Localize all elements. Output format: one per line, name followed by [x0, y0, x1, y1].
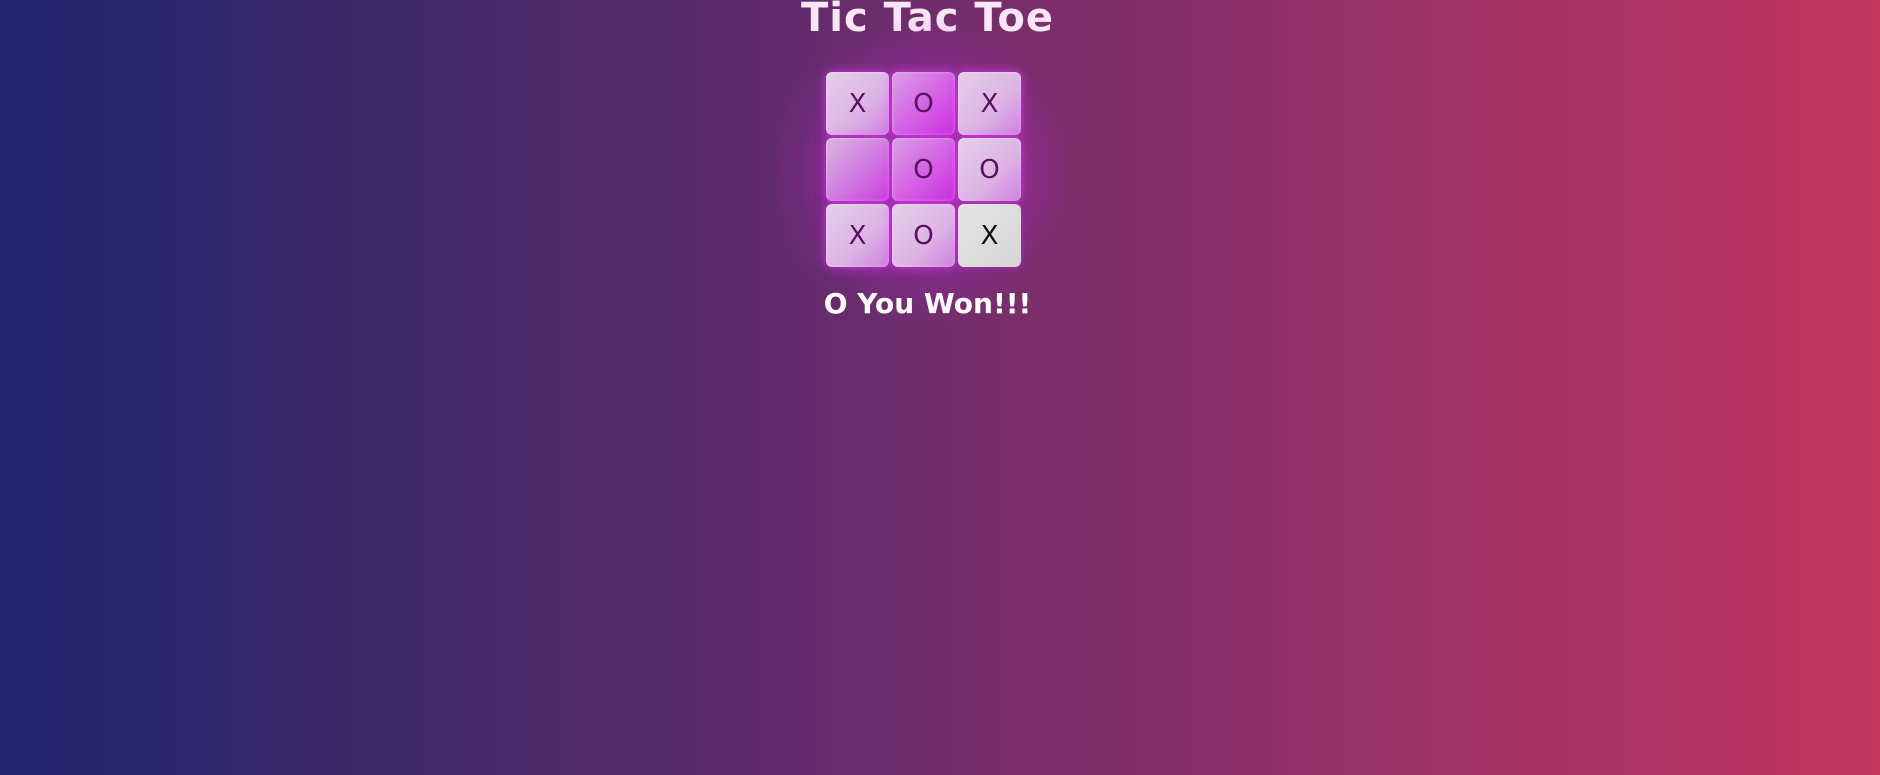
board-cell-1-1[interactable]: O — [892, 138, 955, 201]
board-cell-0-2[interactable]: X — [958, 72, 1021, 135]
game-status-message: O You Won!!! — [823, 287, 1032, 320]
board-cell-2-2[interactable]: X — [958, 204, 1021, 267]
board-cell-0-0[interactable]: X — [826, 72, 889, 135]
page-title: Tic Tac Toe — [801, 0, 1054, 41]
board-cell-0-1[interactable]: O — [892, 72, 955, 135]
game-board: X O X O O X O X — [766, 12, 1083, 329]
board-cell-1-2[interactable]: O — [958, 138, 1021, 201]
board-cell-2-1[interactable]: O — [892, 204, 955, 267]
board-cell-2-0[interactable]: X — [826, 204, 889, 267]
board-cell-1-0[interactable] — [826, 138, 889, 201]
